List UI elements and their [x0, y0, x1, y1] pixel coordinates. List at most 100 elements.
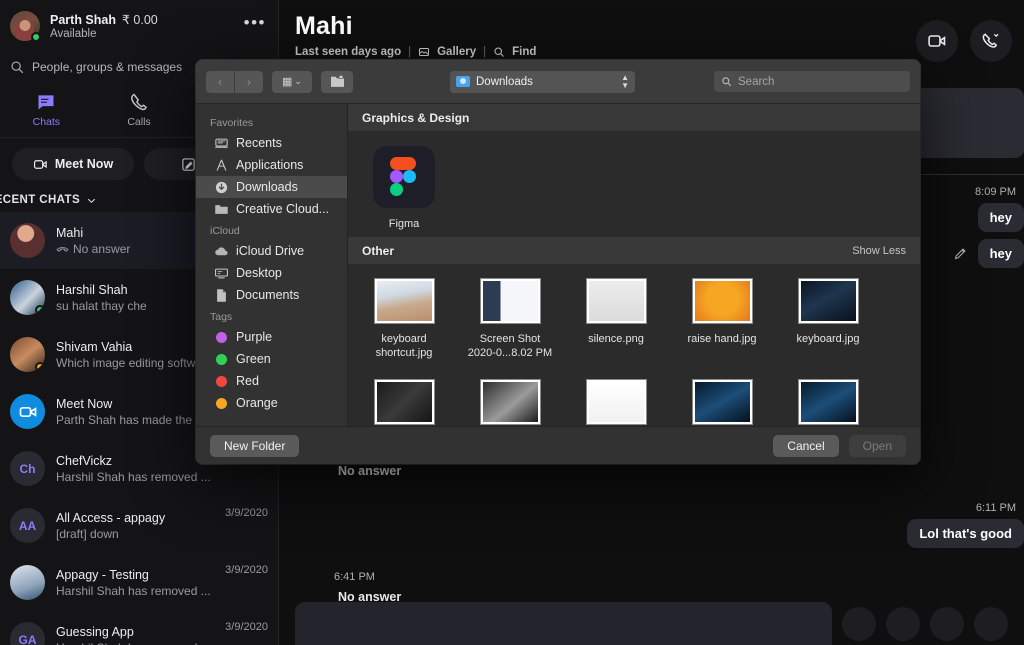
tag-dot-icon [214, 330, 229, 345]
file-thumbnail [586, 279, 646, 323]
app-root: Parth Shah ₹ 0.00 Available ••• People, … [0, 0, 1024, 645]
dialog-sidebar-item-creative-cloud-[interactable]: Creative Cloud... [196, 198, 347, 220]
chat-item-name: Appagy - Testing [56, 567, 149, 582]
avatar: AA [10, 508, 45, 543]
desktop-icon [214, 266, 229, 281]
presence-indicator [35, 305, 45, 315]
new-folder-toolbar-button[interactable] [321, 70, 353, 93]
path-popup-button[interactable]: Downloads ▲ ▼ [450, 70, 635, 93]
dialog-sidebar-item-label: Documents [236, 288, 300, 302]
avatar[interactable] [10, 11, 41, 42]
dialog-toolbar: ‹ › ▦ ⌄ Downloads ▲ ▼ Search [196, 60, 920, 104]
back-button[interactable]: ‹ [206, 70, 234, 93]
sidebar-group-tags: Tags [210, 311, 233, 323]
dialog-sidebar-item-icloud-drive[interactable]: iCloud Drive [196, 240, 347, 262]
message-bubble[interactable]: Lol that's good [907, 519, 1024, 548]
grid-view-icon: ▦ [282, 76, 293, 88]
dialog-sidebar-item-label: Downloads [236, 180, 298, 194]
dialog-sidebar-item-label: Desktop [236, 266, 282, 280]
file-thumbnail [798, 380, 858, 424]
audio-call-button[interactable] [970, 20, 1012, 62]
current-folder-label: Downloads [476, 75, 533, 88]
section-header-other: Other Show Less [348, 237, 920, 265]
file-tile[interactable] [784, 380, 872, 424]
presence-indicator [35, 362, 45, 372]
composer-button-4[interactable] [974, 607, 1008, 641]
file-open-dialog: ‹ › ▦ ⌄ Downloads ▲ ▼ Search Favorites R… [196, 60, 920, 464]
folder-icon [456, 76, 470, 87]
dialog-file-browser: Graphics & Design Figma Other Show Less keyb… [348, 104, 920, 426]
system-note: No answer [338, 464, 402, 478]
avatar [10, 223, 45, 258]
message-input[interactable] [295, 602, 832, 645]
file-tile[interactable]: keyboard shortcut.jpg [360, 279, 448, 360]
file-tile[interactable]: raise hand.jpg [678, 279, 766, 360]
composer-button-2[interactable] [886, 607, 920, 641]
dialog-sidebar-item-recents[interactable]: Recents [196, 132, 347, 154]
dialog-search-input[interactable]: Search [714, 71, 910, 92]
meet-now-button[interactable]: Meet Now [12, 148, 134, 180]
avatar [10, 565, 45, 600]
dialog-sidebar-item-green[interactable]: Green [196, 348, 347, 370]
dialog-sidebar-item-desktop[interactable]: Desktop [196, 262, 347, 284]
view-mode-button[interactable]: ▦ ⌄ [272, 70, 312, 93]
gallery-link[interactable]: Gallery [437, 46, 476, 58]
chat-list-item-appagy-testing[interactable]: Appagy - Testing Harshil Shah has removed… [0, 554, 278, 611]
cloud-icon [214, 244, 229, 259]
cancel-button[interactable]: Cancel [773, 434, 839, 457]
profile-more-button[interactable]: ••• [244, 14, 266, 33]
dialog-sidebar-item-orange[interactable]: Orange [196, 392, 347, 414]
composer-button-1[interactable] [842, 607, 876, 641]
sidebar-group-icloud: iCloud [210, 225, 240, 237]
file-tile[interactable]: Figma [360, 146, 448, 231]
show-less-link[interactable]: Show Less [852, 245, 906, 257]
profile-row[interactable]: Parth Shah ₹ 0.00 Available ••• [0, 0, 278, 52]
dialog-sidebar-item-applications[interactable]: Applications [196, 154, 347, 176]
profile-status: Available [50, 28, 97, 40]
chat-item-date: 3/9/2020 [225, 564, 268, 576]
chat-subheader: Last seen days ago | Gallery | Find [295, 46, 1008, 58]
file-tile[interactable]: Screen Shot 2020-0...8.02 PM [466, 279, 554, 360]
dialog-sidebar-item-red[interactable]: Red [196, 370, 347, 392]
profile-balance: ₹ 0.00 [122, 13, 158, 27]
file-tile[interactable] [466, 380, 554, 424]
tab-chats[interactable]: Chats [0, 82, 93, 137]
avatar [10, 394, 45, 429]
separator-2: | [483, 46, 487, 58]
file-tile[interactable] [572, 380, 660, 424]
file-tile[interactable]: keyboard.jpg [784, 279, 872, 360]
message-row: hey [953, 239, 1024, 268]
sidebar-group-favorites: Favorites [210, 117, 254, 129]
chat-list-item-all-access-appagy[interactable]: AA All Access - appagy [draft] down 3/9/202… [0, 497, 278, 554]
dialog-sidebar-item-downloads[interactable]: Downloads [196, 176, 347, 198]
new-folder-button[interactable]: New Folder [210, 434, 300, 457]
message-bubble[interactable]: hey [977, 203, 1024, 232]
file-name-label: silence.png [588, 333, 644, 345]
profile-name: Parth Shah [50, 13, 116, 27]
file-tile[interactable]: silence.png [572, 279, 660, 360]
forward-button[interactable]: › [235, 70, 263, 93]
file-tile[interactable] [678, 380, 766, 424]
file-tile[interactable] [360, 380, 448, 424]
dialog-sidebar-item-label: iCloud Drive [236, 244, 305, 258]
dialog-sidebar-item-documents[interactable]: Documents [196, 284, 347, 306]
tab-calls[interactable]: Calls [93, 82, 186, 137]
chat-list-item-guessing-app[interactable]: GA Guessing App Harshil Shah has removed .… [0, 611, 278, 645]
file-thumbnail [798, 279, 858, 323]
open-button[interactable]: Open [848, 434, 906, 457]
file-grid-row: keyboard shortcut.jpg Screen Shot 2020-0.… [348, 265, 920, 366]
composer-button-3[interactable] [930, 607, 964, 641]
file-thumbnail [692, 380, 752, 424]
pencil-icon[interactable] [953, 246, 968, 261]
find-link[interactable]: Find [512, 46, 536, 58]
downloads-icon [214, 180, 229, 195]
dialog-sidebar-item-purple[interactable]: Purple [196, 326, 347, 348]
tag-dot-icon [214, 352, 229, 367]
navigation-buttons: ‹ › [206, 70, 263, 93]
video-call-button[interactable] [916, 20, 958, 62]
dialog-sidebar: Favorites Recents Applications Downloads Cre… [196, 104, 348, 426]
video-icon [928, 35, 946, 47]
dialog-sidebar-item-label: Creative Cloud... [236, 202, 330, 216]
message-bubble[interactable]: hey [977, 239, 1024, 268]
documents-icon [214, 288, 229, 303]
